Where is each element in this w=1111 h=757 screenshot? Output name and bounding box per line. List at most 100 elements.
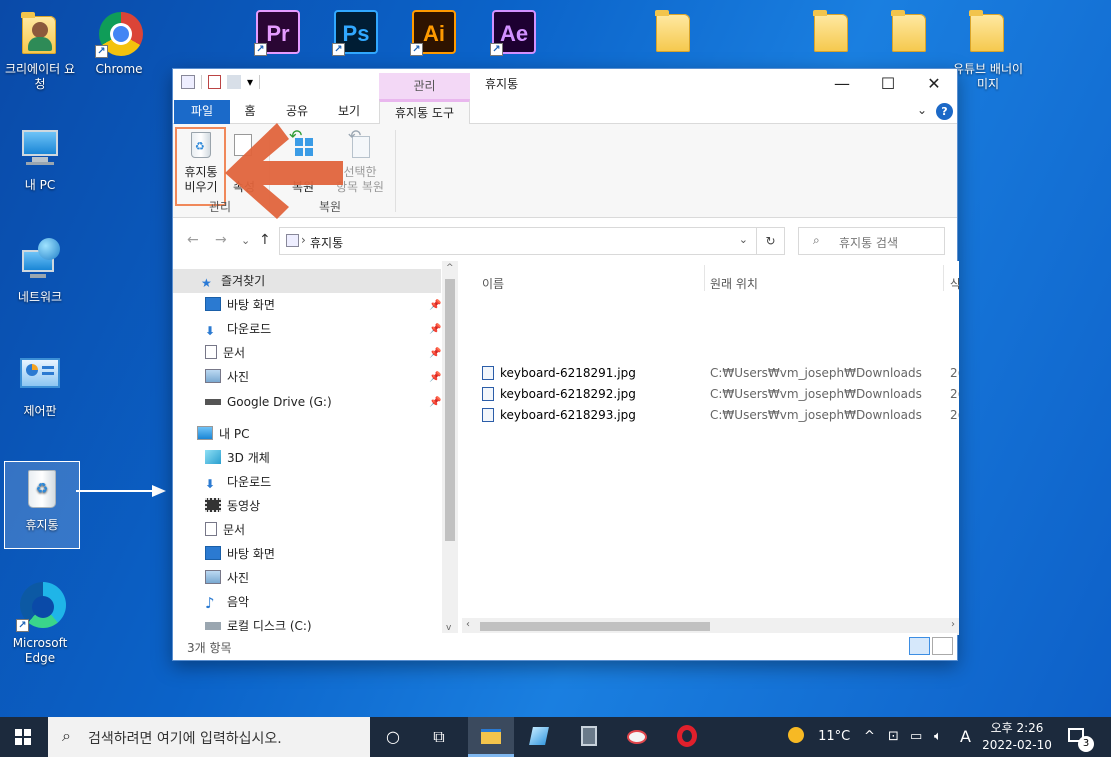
cortana-button[interactable]: ○ bbox=[370, 717, 416, 757]
desktop-icon-network[interactable]: 네트워크 bbox=[2, 238, 78, 305]
scroll-thumb[interactable] bbox=[445, 279, 455, 541]
computer-icon bbox=[16, 126, 64, 174]
nav-label: 다운로드 bbox=[227, 475, 272, 489]
nav-label: 다운로드 bbox=[227, 322, 272, 336]
item-count: 3개 항목 bbox=[187, 641, 232, 655]
nav-item-desktop[interactable]: 바탕 화면 bbox=[205, 294, 275, 316]
nav-item-this-pc[interactable]: 내 PC bbox=[197, 423, 249, 445]
recent-dropdown[interactable]: ⌄ bbox=[241, 234, 250, 247]
paint-taskbar-button[interactable] bbox=[614, 717, 660, 757]
address-field[interactable]: › 휴지통 ⌄ ↻ bbox=[279, 227, 785, 255]
tab-file[interactable]: 파일 bbox=[174, 100, 230, 124]
explorer-window[interactable]: ▾ 관리 휴지통 — ☐ ✕ 파일 홈 공유 보기 휴지통 도구 ⌄ ? ♻ 휴… bbox=[172, 68, 959, 661]
nav-item-local-disk[interactable]: 로컬 디스크 (C:) bbox=[205, 615, 312, 635]
illustrator-shortcut[interactable]: Ai ↗ bbox=[396, 8, 472, 60]
nav-item-desktop-pc[interactable]: 바탕 화면 bbox=[205, 543, 275, 565]
photoshop-shortcut[interactable]: Ps ↗ bbox=[318, 8, 394, 60]
calculator-taskbar-button[interactable] bbox=[566, 717, 612, 757]
column-header-original-location[interactable]: 원래 위치 bbox=[710, 275, 758, 292]
annotation-arrow bbox=[225, 123, 343, 219]
scroll-left-icon[interactable]: ‹ bbox=[466, 619, 470, 630]
column-header-name[interactable]: 이름 bbox=[482, 275, 504, 292]
address-path: 휴지통 bbox=[310, 236, 344, 250]
folder-icon bbox=[655, 10, 690, 52]
ribbon-collapse-icon[interactable]: ⌄ bbox=[917, 103, 927, 117]
new-folder-icon[interactable] bbox=[227, 75, 241, 89]
scroll-right-icon[interactable]: › bbox=[951, 619, 955, 630]
title-bar[interactable]: ▾ 관리 휴지통 — ☐ ✕ bbox=[173, 69, 957, 100]
file-row[interactable]: keyboard-6218293.jpg C:₩Users₩vm_joseph₩… bbox=[482, 405, 959, 426]
nav-item-downloads[interactable]: ⬇ 다운로드 bbox=[205, 318, 271, 340]
desktop-icon-control-panel[interactable]: 제어판 bbox=[2, 352, 78, 419]
desktop-icon-chrome[interactable]: ↗ Chrome bbox=[81, 10, 157, 77]
dropdown-icon[interactable]: ▾ bbox=[247, 75, 253, 89]
nav-item-documents-pc[interactable]: 문서 bbox=[205, 519, 245, 541]
up-button[interactable]: ↑ bbox=[259, 232, 271, 248]
column-separator[interactable] bbox=[704, 265, 705, 291]
nav-item-3d-objects[interactable]: 3D 개체 bbox=[205, 447, 270, 469]
desktop-folder[interactable] bbox=[872, 8, 948, 60]
notification-count: 3 bbox=[1078, 736, 1094, 752]
scroll-down-icon[interactable]: v bbox=[446, 623, 451, 633]
tray-overflow-icon[interactable]: ^ bbox=[864, 717, 875, 757]
column-header-truncated[interactable]: 삭 bbox=[950, 275, 959, 292]
task-view-button[interactable]: ⧉ bbox=[416, 717, 462, 757]
search-icon: ⌕ bbox=[62, 726, 71, 745]
nav-item-downloads-pc[interactable]: ⬇ 다운로드 bbox=[205, 471, 271, 493]
scroll-thumb[interactable] bbox=[480, 622, 710, 631]
nav-item-documents[interactable]: 문서 bbox=[205, 342, 245, 364]
column-separator[interactable] bbox=[943, 265, 944, 291]
weather-widget[interactable]: 11°C bbox=[788, 717, 850, 757]
desktop-folder[interactable] bbox=[794, 8, 870, 60]
desktop-folder[interactable] bbox=[636, 8, 712, 60]
pictures-icon bbox=[205, 570, 221, 584]
file-explorer-taskbar-button[interactable] bbox=[468, 717, 514, 757]
notification-center-button[interactable]: 3 bbox=[1068, 717, 1094, 757]
file-name: keyboard-6218291.jpg bbox=[500, 366, 636, 380]
minimize-button[interactable]: — bbox=[819, 69, 865, 100]
disk-icon bbox=[205, 622, 221, 630]
start-button[interactable] bbox=[0, 717, 46, 757]
desktop-icon-recycle-bin[interactable]: ♻ 휴지통 bbox=[4, 461, 80, 549]
nav-item-google-drive[interactable]: Google Drive (G:) bbox=[205, 391, 332, 413]
desktop-icon-mypc[interactable]: 내 PC bbox=[2, 126, 78, 193]
file-location: C:₩Users₩vm_joseph₩Downloads bbox=[710, 366, 922, 380]
nav-item-favorites[interactable]: ★ 즐겨찾기 bbox=[201, 270, 265, 292]
aftereffects-shortcut[interactable]: Ae ↗ bbox=[476, 8, 552, 60]
back-button[interactable]: ← bbox=[187, 232, 199, 248]
volume-icon[interactable]: 🔈︎ bbox=[934, 717, 942, 757]
scroll-up-icon[interactable]: ^ bbox=[446, 263, 454, 273]
chevron-down-icon[interactable]: ⌄ bbox=[739, 233, 748, 246]
desktop-icon-creator[interactable]: 크리에이터 요청 bbox=[2, 10, 78, 92]
clock-date: 2022-02-10 bbox=[982, 738, 1052, 752]
nav-scrollbar[interactable]: ^ v bbox=[442, 261, 458, 635]
properties-icon[interactable] bbox=[208, 75, 221, 89]
help-icon[interactable]: ? bbox=[936, 103, 953, 120]
refresh-button[interactable]: ↻ bbox=[756, 228, 784, 254]
desktop-icon-edge[interactable]: ↗ Microsoft Edge bbox=[2, 580, 78, 666]
taskbar-search[interactable]: ⌕ 검색하려면 여기에 입력하십시오. bbox=[48, 717, 370, 757]
network-icon[interactable]: ▭ bbox=[910, 717, 922, 757]
maximize-button[interactable]: ☐ bbox=[865, 69, 911, 100]
premiere-shortcut[interactable]: Pr ↗ bbox=[240, 8, 316, 60]
opera-taskbar-button[interactable] bbox=[664, 717, 710, 757]
tab-recycle-bin-tools[interactable]: 휴지통 도구 bbox=[379, 99, 470, 124]
file-deleted-date: 2( bbox=[950, 366, 959, 380]
notepad-icon bbox=[529, 727, 549, 745]
large-icons-view-button[interactable] bbox=[932, 637, 953, 655]
nav-item-pictures[interactable]: 사진 bbox=[205, 366, 249, 388]
forward-button[interactable]: → bbox=[215, 232, 227, 248]
clock[interactable]: 오후 2:26 2022-02-10 bbox=[978, 720, 1056, 754]
meet-now-icon[interactable]: ⊡ bbox=[888, 717, 899, 757]
file-row[interactable]: keyboard-6218292.jpg C:₩Users₩vm_joseph₩… bbox=[482, 384, 959, 405]
details-view-button[interactable] bbox=[909, 637, 930, 655]
file-row[interactable]: keyboard-6218291.jpg C:₩Users₩vm_joseph₩… bbox=[482, 363, 959, 384]
desktop-icon-youtube-banner[interactable]: 유튜브 배너이미지 bbox=[950, 8, 1026, 92]
close-button[interactable]: ✕ bbox=[911, 69, 957, 100]
notepad-taskbar-button[interactable] bbox=[516, 717, 562, 757]
ime-indicator[interactable]: A bbox=[960, 717, 971, 757]
nav-item-music[interactable]: ♪ 음악 bbox=[205, 591, 249, 613]
nav-item-pictures-pc[interactable]: 사진 bbox=[205, 567, 249, 589]
nav-item-videos[interactable]: 동영상 bbox=[205, 495, 260, 517]
search-input[interactable]: ⌕ 휴지통 검색 bbox=[798, 227, 945, 255]
